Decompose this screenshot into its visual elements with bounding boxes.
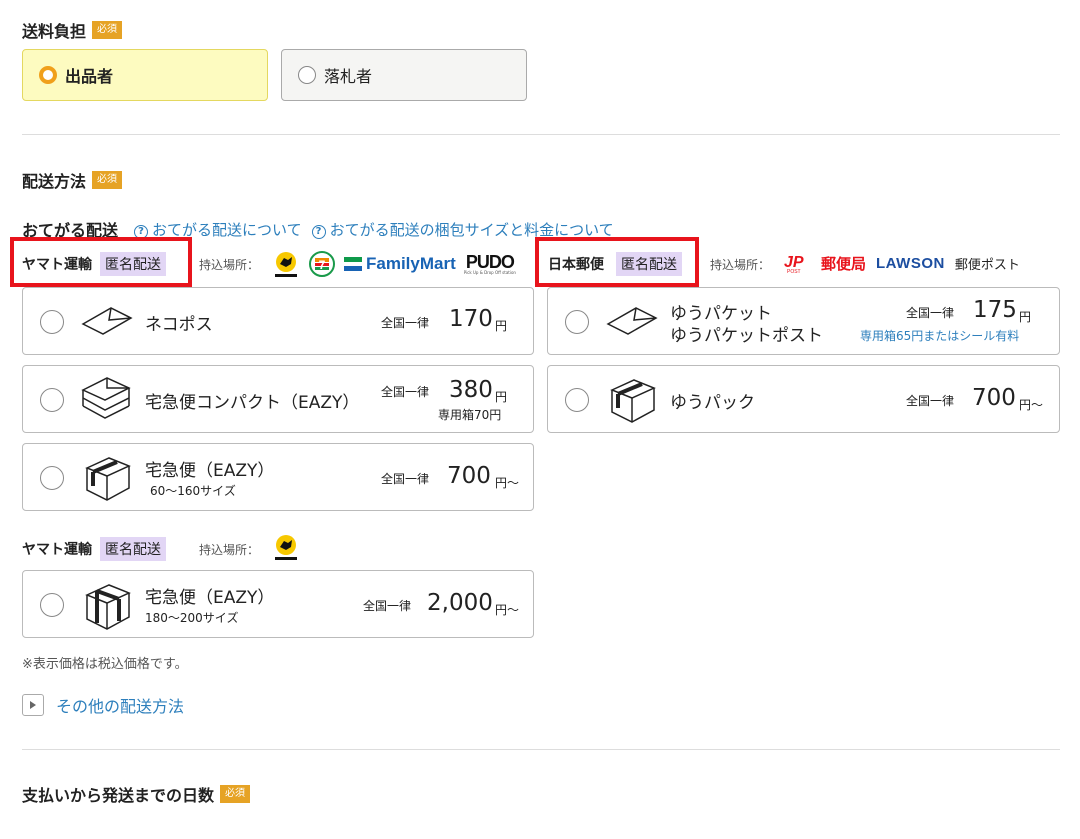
radio-icon	[40, 310, 64, 334]
seven-eleven-logo-icon: 7	[309, 251, 335, 277]
large-box-icon	[85, 584, 131, 630]
required-badge: 必須	[92, 171, 123, 189]
shipping-option-nekopos[interactable]: ネコポス 全国一律 170 円	[22, 287, 534, 355]
familymart-stripe-icon	[344, 257, 362, 271]
radio-icon	[298, 66, 316, 84]
divider	[22, 134, 1060, 135]
envelope-icon	[606, 307, 658, 335]
compact-box-icon	[81, 377, 131, 419]
jp-post-logo-icon: JP POST	[784, 254, 804, 274]
payer-option-buyer[interactable]: 落札者	[281, 49, 527, 101]
pudo-logo: PUDO Pick Up & Drop Off station	[463, 252, 516, 275]
box-icon	[610, 379, 656, 423]
yamato-carrier-header: ヤマト運輸 匿名配送	[22, 252, 166, 276]
japanpost-dropoff-logos: JP POST 郵便局 LAWSON 郵便ポスト	[783, 252, 1020, 274]
anonymous-badge: 匿名配送	[100, 537, 166, 561]
shipping-option-takkyubin[interactable]: 宅急便（EAZY） 60〜160サイズ 全国一律 700 円〜	[22, 443, 534, 511]
yamato-cat-logo-icon	[275, 252, 297, 277]
expand-arrow-icon	[22, 694, 44, 716]
shipping-option-compact[interactable]: 宅急便コンパクト（EAZY） 全国一律 380 円 専用箱70円	[22, 365, 534, 433]
payer-option-seller[interactable]: 出品者	[22, 49, 268, 101]
yamato-large-carrier-header: ヤマト運輸 匿名配送	[22, 537, 166, 561]
familymart-logo: FamilyMart	[344, 254, 456, 274]
mailbox-label: 郵便ポスト	[954, 257, 1020, 273]
lawson-logo: LAWSON	[876, 254, 945, 272]
dropoff-label: 持込場所：	[710, 258, 771, 272]
tax-note: ※表示価格は税込価格です。	[22, 657, 188, 672]
envelope-icon	[81, 307, 133, 335]
box-icon	[85, 457, 131, 501]
carrier-name: 日本郵便	[548, 257, 604, 273]
svg-text:POST: POST	[787, 269, 801, 274]
dropoff-label: 持込場所：	[199, 258, 260, 272]
shipping-method-title: 配送方法 必須	[22, 168, 123, 192]
shipping-option-yupacket[interactable]: ゆうパケット ゆうパケットポスト 全国一律 175 円 専用箱65円またはシール…	[547, 287, 1060, 355]
svg-text:7: 7	[319, 258, 326, 272]
divider	[22, 749, 1060, 750]
anonymous-badge: 匿名配送	[616, 252, 682, 276]
dropoff-label: 持込場所：	[199, 543, 260, 557]
question-icon: ?	[311, 224, 326, 239]
anonymous-badge: 匿名配送	[100, 252, 166, 276]
radio-icon	[40, 593, 64, 617]
other-methods-toggle[interactable]: その他の配送方法	[22, 693, 184, 717]
shipping-payer-title: 送料負担 必須	[22, 18, 123, 42]
required-badge: 必須	[220, 785, 251, 803]
yamato-dropoff-logos: 7 FamilyMart PUDO Pick Up & Drop Off sta…	[272, 250, 516, 278]
radio-icon	[40, 388, 64, 412]
radio-icon	[565, 310, 589, 334]
shipping-option-yupack[interactable]: ゆうパック 全国一律 700 円〜	[547, 365, 1060, 433]
radio-icon	[40, 466, 64, 490]
yamato-cat-logo-icon	[275, 535, 297, 560]
japanpost-carrier-header: 日本郵便 匿名配送	[548, 252, 682, 276]
carrier-name: ヤマト運輸	[22, 542, 92, 558]
carrier-name: ヤマト運輸	[22, 257, 92, 273]
days-to-ship-title: 支払いから発送までの日数 必須	[22, 782, 251, 806]
radio-icon	[565, 388, 589, 412]
radio-selected-icon	[39, 66, 57, 84]
shipping-option-takkyubin-large[interactable]: 宅急便（EAZY） 180〜200サイズ 全国一律 2,000 円〜	[22, 570, 534, 638]
post-office-logo: 郵便局	[821, 254, 867, 273]
required-badge: 必須	[92, 21, 123, 39]
